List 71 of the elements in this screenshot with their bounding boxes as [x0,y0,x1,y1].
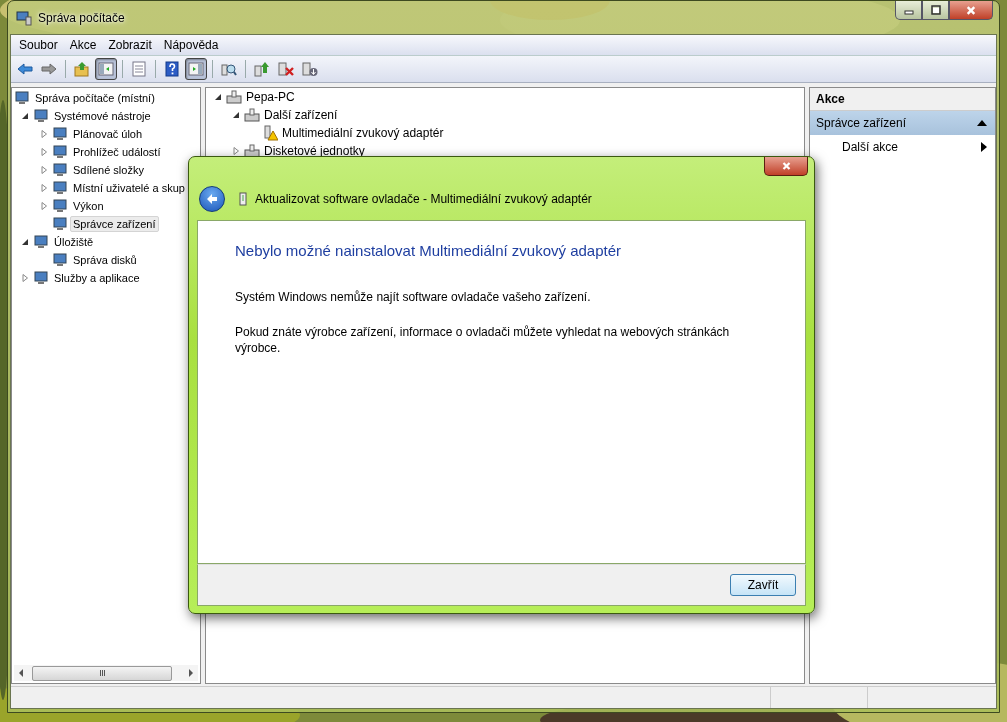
menu-item[interactable]: Nápověda [157,38,225,52]
computer-icon [52,252,68,268]
window-title: Správa počítače [38,10,125,25]
computer-icon [52,198,68,214]
device-icon [239,191,247,206]
computer-icon [16,9,32,26]
collapsed-arrow-icon[interactable] [40,148,48,156]
close-dialog-button[interactable]: Zavřít [730,574,796,596]
toolbar-button[interactable] [185,58,207,80]
scroll-right-icon[interactable] [188,669,194,677]
computer-icon [52,216,68,232]
collapsed-arrow-icon[interactable] [40,184,48,192]
expanded-arrow-icon[interactable] [232,111,240,119]
tree-item[interactable]: Další zařízení [262,109,340,121]
tree-item[interactable]: Správa počítače (místní) [32,90,158,106]
close-icon [780,161,792,171]
minimize-button[interactable] [895,1,922,20]
actions-section[interactable]: Správce zařízení [810,111,995,135]
tree-item[interactable]: Úložiště [51,234,97,250]
submenu-arrow-icon [981,142,987,152]
computer-icon [33,108,49,124]
tree-item[interactable]: Správce zařízení [70,216,159,232]
message-text: Pokud znáte výrobce zařízení, informace o ovladači můžete vyhledat na webových stránkách výrobce. [235,324,731,356]
device-icon [226,89,242,105]
dialog-title: Aktualizovat software ovladače - Multimediální zvukový adaptér [255,191,592,206]
collapsed-arrow-icon[interactable] [232,147,240,155]
tree-item[interactable]: Systémové nástroje [51,108,154,124]
computer-icon [14,90,30,106]
maximize-button[interactable] [922,1,949,20]
expanded-arrow-icon[interactable] [21,112,29,120]
menu-item[interactable]: Zobrazit [102,38,158,52]
computer-icon [52,162,68,178]
tree-item[interactable]: Sdílené složky [70,162,147,178]
tree-item[interactable]: Služby a aplikace [51,270,143,286]
message-text: Systém Windows nemůže najít software ovladače vašeho zařízení. [235,289,592,305]
toolbar-button[interactable] [95,58,117,80]
tree-item[interactable]: Disketové jednotky [262,145,367,157]
back-button[interactable] [199,185,225,212]
menu-item[interactable]: Akce [63,38,103,52]
tree-item[interactable]: Pepa-PC [244,91,297,103]
computer-icon [52,144,68,160]
tree-item[interactable]: Správa disků [70,252,140,268]
collapsed-arrow-icon[interactable] [40,202,48,210]
tree-item[interactable]: Multimediální zvukový adaptér [280,127,446,139]
tree-item[interactable]: Výkon [70,198,107,214]
menu-item[interactable]: Soubor [13,38,64,52]
close-button[interactable] [949,1,993,20]
expanded-arrow-icon[interactable] [214,93,222,101]
section-title: Správce zařízení [816,116,907,130]
device-icon [244,107,260,123]
tree-item[interactable]: Místní uživatelé a skup [70,180,188,196]
expanded-arrow-icon[interactable] [21,238,29,246]
maximize-icon [930,5,941,15]
horizontal-scrollbar[interactable] [14,665,198,681]
collapse-arrow-icon[interactable] [977,120,987,126]
device-icon [244,143,260,159]
actions-header: Akce [810,88,995,111]
computer-icon [33,270,49,286]
tree-item[interactable]: Plánovač úloh [70,126,146,142]
collapsed-arrow-icon[interactable] [21,274,29,282]
close-icon [965,4,977,16]
scroll-left-icon[interactable] [18,669,24,677]
tree-item[interactable]: Prohlížeč událostí [70,144,164,160]
dialog-heading: Nebylo možné nainstalovat Multimediální zvukový adaptér [235,242,623,259]
action-link[interactable]: Další akce [842,140,899,154]
collapsed-arrow-icon[interactable] [40,130,48,138]
computer-icon [52,126,68,142]
close-button[interactable] [764,157,808,176]
computer-icon [52,180,68,196]
collapsed-arrow-icon[interactable] [40,166,48,174]
computer-icon [33,234,49,250]
